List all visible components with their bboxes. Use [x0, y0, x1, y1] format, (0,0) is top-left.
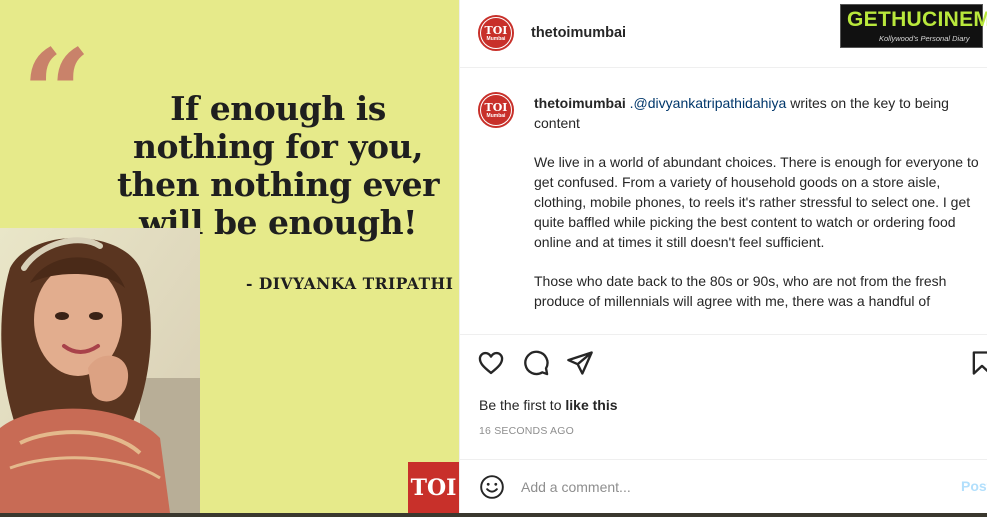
paper-plane-icon[interactable] [566, 349, 594, 377]
avatar-logo: TOI Mumbai [481, 18, 511, 48]
caption-avatar-logo: TOI Mumbai [481, 95, 511, 125]
caption: thetoimumbai .@divyankatripathidahiya wr… [534, 93, 987, 330]
timestamp[interactable]: 16 SECONDS AGO [479, 425, 574, 437]
quote-author: - DIVYANKA TRIPATHI [246, 274, 454, 293]
quote-text: If enough is nothing for you, then nothi… [116, 89, 440, 242]
caption-mention[interactable]: .@divyankatripathidahiya [630, 95, 787, 111]
likes-prefix: Be the first to [479, 397, 566, 413]
caption-paragraph-2: Those who date back to the 80s or 90s, w… [534, 273, 947, 309]
gethucinema-watermark: GETHUCINEMA Kollywood's Personal Diary [840, 4, 987, 48]
bookmark-icon[interactable] [968, 349, 987, 377]
post-image[interactable]: “ If enough is nothing for you, then not… [0, 0, 459, 513]
avatar-text: TOI [484, 23, 508, 37]
portrait-photo [0, 228, 200, 513]
caption-area[interactable]: TOI Mumbai thetoimumbai .@divyankatripat… [460, 69, 987, 335]
avatar-subtext: Mumbai [486, 35, 506, 42]
caption-lead-line: thetoimumbai .@divyankatripathidahiya wr… [534, 93, 987, 133]
toi-logo: TOI [408, 462, 459, 513]
caption-username[interactable]: thetoimumbai [534, 95, 626, 111]
quote-mark: “ [22, 23, 91, 164]
caption-avatar[interactable]: TOI Mumbai [478, 92, 514, 128]
caption-avatar-subtext: Mumbai [486, 112, 506, 119]
comment-input[interactable] [521, 476, 921, 498]
header-username[interactable]: thetoimumbai [531, 25, 626, 41]
post-button[interactable]: Post [961, 478, 987, 494]
instagram-post-frame: “ If enough is nothing for you, then not… [0, 0, 987, 513]
heart-icon[interactable] [477, 349, 505, 377]
comment-icon[interactable] [522, 349, 550, 377]
action-bar [460, 336, 987, 392]
caption-paragraph-1: We live in a world of abundant choices. … [534, 154, 979, 250]
watermark-title: GETHUCINEMA [847, 8, 987, 31]
bottom-strip [0, 513, 987, 517]
post-details-panel: TOI Mumbai thetoimumbai TOI Mumbai theto… [459, 0, 987, 513]
comment-bar: Post [460, 459, 987, 513]
smiley-icon[interactable] [479, 474, 505, 500]
avatar[interactable]: TOI Mumbai [478, 15, 514, 51]
like-this-link[interactable]: like this [565, 397, 617, 413]
watermark-tagline: Kollywood's Personal Diary [879, 34, 970, 43]
caption-avatar-text: TOI [484, 100, 508, 114]
likes-line: Be the first to like this [479, 397, 618, 413]
